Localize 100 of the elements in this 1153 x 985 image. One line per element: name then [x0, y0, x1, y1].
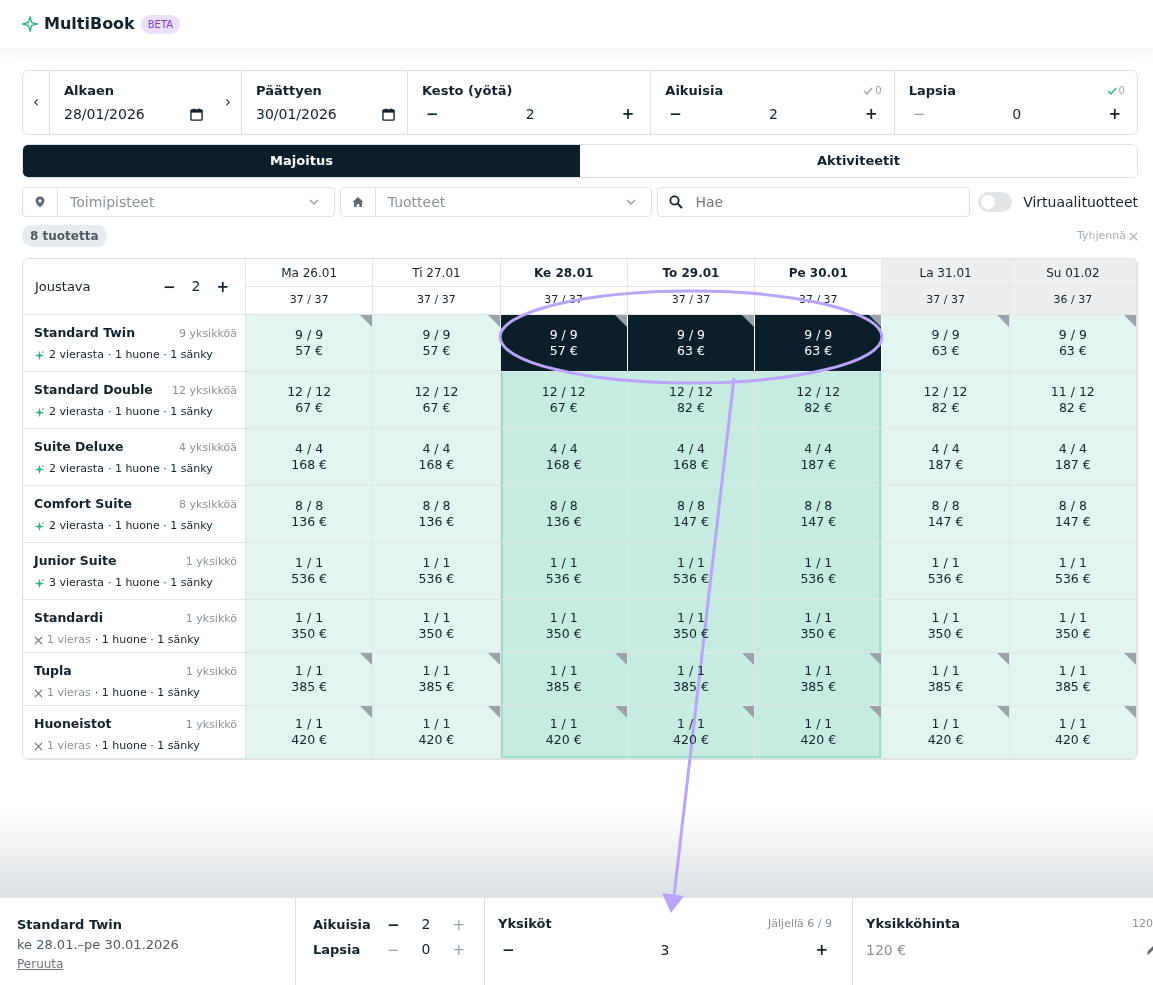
availability-cell[interactable]: 12 / 12 67 €	[246, 372, 374, 429]
availability-cell[interactable]: 1 / 1 350 €	[500, 600, 628, 653]
availability-cell[interactable]: 1 / 1 420 €	[373, 706, 501, 759]
search-field[interactable]: Hae	[657, 187, 971, 217]
availability-cell[interactable]: 4 / 4 168 €	[500, 429, 628, 486]
start-date-field[interactable]: 28/01/2026	[64, 103, 174, 125]
plus-button[interactable]: +	[617, 105, 639, 123]
availability-cell[interactable]: 1 / 1 350 €	[373, 600, 501, 653]
field-label: Aikuisia	[665, 82, 724, 100]
plus-button[interactable]: +	[811, 941, 832, 959]
plus-button[interactable]: +	[212, 277, 233, 296]
product-name: Huoneistot	[34, 715, 112, 733]
minus-button[interactable]: −	[158, 277, 180, 296]
availability-cell[interactable]: 1 / 1 420 €	[755, 706, 883, 759]
stepper-value: 0	[1012, 104, 1022, 124]
day-header: Su 01.02	[1009, 259, 1137, 287]
availability-cell[interactable]: 8 / 8 136 €	[373, 486, 501, 543]
availability-cell[interactable]: 9 / 9 57 €	[246, 315, 374, 372]
availability-cell[interactable]: 1 / 1 385 €	[373, 653, 501, 706]
availability-cell[interactable]: 1 / 1 536 €	[500, 543, 628, 600]
availability-cell[interactable]: 1 / 1 350 €	[246, 600, 374, 653]
field-label: Yksikköhinta	[866, 915, 961, 933]
availability-cell[interactable]: 11 / 12 82 €	[1009, 372, 1137, 429]
availability-cell[interactable]: 1 / 1 536 €	[246, 543, 374, 600]
availability-cell[interactable]: 1 / 1 350 €	[1009, 600, 1137, 653]
minus-button[interactable]: −	[665, 105, 686, 123]
day-header: Ke 28.01	[500, 259, 628, 287]
cancel-link[interactable]: Peruuta	[17, 955, 64, 973]
availability-cell[interactable]: 8 / 8 136 €	[500, 486, 628, 543]
guest-count: 1 vieras	[47, 631, 91, 648]
availability-cell[interactable]: 1 / 1 536 €	[373, 543, 501, 600]
availability-cell[interactable]: 4 / 4 168 €	[246, 429, 374, 486]
availability-cell[interactable]: 1 / 1 385 €	[1009, 653, 1137, 706]
availability-cell[interactable]: 8 / 8 136 €	[246, 486, 374, 543]
availability-cell[interactable]: 1 / 1 536 €	[755, 543, 883, 600]
availability-cell[interactable]: 1 / 1 536 €	[1009, 543, 1137, 600]
availability-cell[interactable]: 8 / 8 147 €	[627, 486, 756, 543]
room-details: · 1 huone · 1 sänky	[94, 684, 200, 701]
availability-cell[interactable]: 4 / 4 187 €	[882, 429, 1010, 486]
availability-cell[interactable]: 1 / 1 385 €	[500, 653, 628, 706]
stepper-value: 2	[769, 104, 778, 124]
availability-cell[interactable]: 12 / 12 67 €	[373, 372, 501, 429]
room-details: · 1 huone · 1 sänky	[107, 517, 213, 534]
field-label: Alkaen	[64, 82, 115, 100]
unit-count: 8 yksikköä	[179, 497, 237, 513]
availability-cell[interactable]: 1 / 1 420 €	[246, 706, 374, 759]
availability-cell[interactable]: 9 / 9 63 €	[755, 315, 883, 372]
availability-cell[interactable]: 1 / 1 420 €	[500, 706, 628, 759]
availability-cell[interactable]: 1 / 1 420 €	[627, 706, 756, 759]
availability-cell[interactable]: 1 / 1 350 €	[627, 600, 756, 653]
availability-cell[interactable]: 4 / 4 187 €	[1009, 429, 1137, 486]
availability-cell[interactable]: 1 / 1 420 €	[882, 706, 1010, 759]
next-button[interactable]: ›	[215, 71, 241, 134]
availability-cell[interactable]: 1 / 1 385 €	[627, 653, 756, 706]
availability-cell[interactable]: 1 / 1 536 €	[882, 543, 1010, 600]
availability-cell[interactable]: 1 / 1 385 €	[246, 653, 374, 706]
availability-cell[interactable]: 9 / 9 57 €	[373, 315, 501, 372]
guest-count: 1 vieras	[47, 737, 91, 754]
availability-cell[interactable]: 1 / 1 385 €	[882, 653, 1010, 706]
availability-cell[interactable]: 4 / 4 168 €	[627, 429, 756, 486]
availability-cell[interactable]: 9 / 9 57 €	[500, 315, 628, 372]
check-count: 0	[1118, 84, 1125, 99]
price-value: 120 €	[866, 940, 907, 960]
availability-cell[interactable]: 12 / 12 82 €	[755, 372, 883, 429]
availability-cell[interactable]: 8 / 8 147 €	[882, 486, 1010, 543]
availability-cell[interactable]: 1 / 1 536 €	[627, 543, 756, 600]
unit-count: 9 yksikköä	[179, 326, 237, 342]
stepper-value: 2	[421, 915, 431, 934]
plus-button[interactable]: +	[861, 105, 882, 123]
minus-button[interactable]: −	[498, 941, 519, 959]
booking-dates: ke 28.01.–pe 30.01.2026	[17, 935, 180, 954]
availability-cell[interactable]: 12 / 12 82 €	[627, 372, 756, 429]
availability-cell[interactable]: 1 / 1 350 €	[755, 600, 883, 653]
minus-button[interactable]: −	[422, 105, 443, 123]
product-name: Suite Deluxe	[34, 438, 124, 456]
availability-cell[interactable]: 12 / 12 82 €	[882, 372, 1010, 429]
unit-count: 1 yksikkö	[185, 717, 237, 733]
availability-cell[interactable]: 9 / 9 63 €	[627, 315, 756, 372]
booking-title: Standard Twin	[17, 916, 124, 934]
availability-cell[interactable]: 12 / 12 67 €	[500, 372, 628, 429]
end-date-field[interactable]: 30/01/2026	[256, 103, 366, 125]
unit-count: 12 yksikköä	[172, 383, 237, 399]
availability-cell[interactable]: 1 / 1 350 €	[882, 600, 1010, 653]
availability-cell[interactable]: 9 / 9 63 €	[882, 315, 1010, 372]
remaining-count: Jäljellä 6 / 9	[768, 915, 832, 932]
availability-cell[interactable]: 1 / 1 385 €	[755, 653, 883, 706]
minus-button[interactable]: −	[383, 915, 404, 934]
product-name: Junior Suite	[34, 552, 117, 570]
previous-button[interactable]: ‹	[23, 71, 49, 134]
availability-cell[interactable]: 4 / 4 168 €	[373, 429, 501, 486]
availability-cell[interactable]: 4 / 4 187 €	[755, 429, 883, 486]
day-header: Ti 27.01	[373, 259, 501, 287]
product-name: Comfort Suite	[34, 495, 132, 513]
availability-cell[interactable]: 8 / 8 147 €	[1009, 486, 1137, 543]
plus-button[interactable]: +	[1104, 105, 1125, 123]
availability-cell[interactable]: 1 / 1 420 €	[1009, 706, 1137, 759]
availability-cell[interactable]: 8 / 8 147 €	[755, 486, 883, 543]
availability-cell[interactable]: 9 / 9 63 €	[1009, 315, 1137, 372]
unit-count: 1 yksikkö	[185, 611, 237, 627]
tab[interactable]: Majoitus	[23, 145, 580, 177]
